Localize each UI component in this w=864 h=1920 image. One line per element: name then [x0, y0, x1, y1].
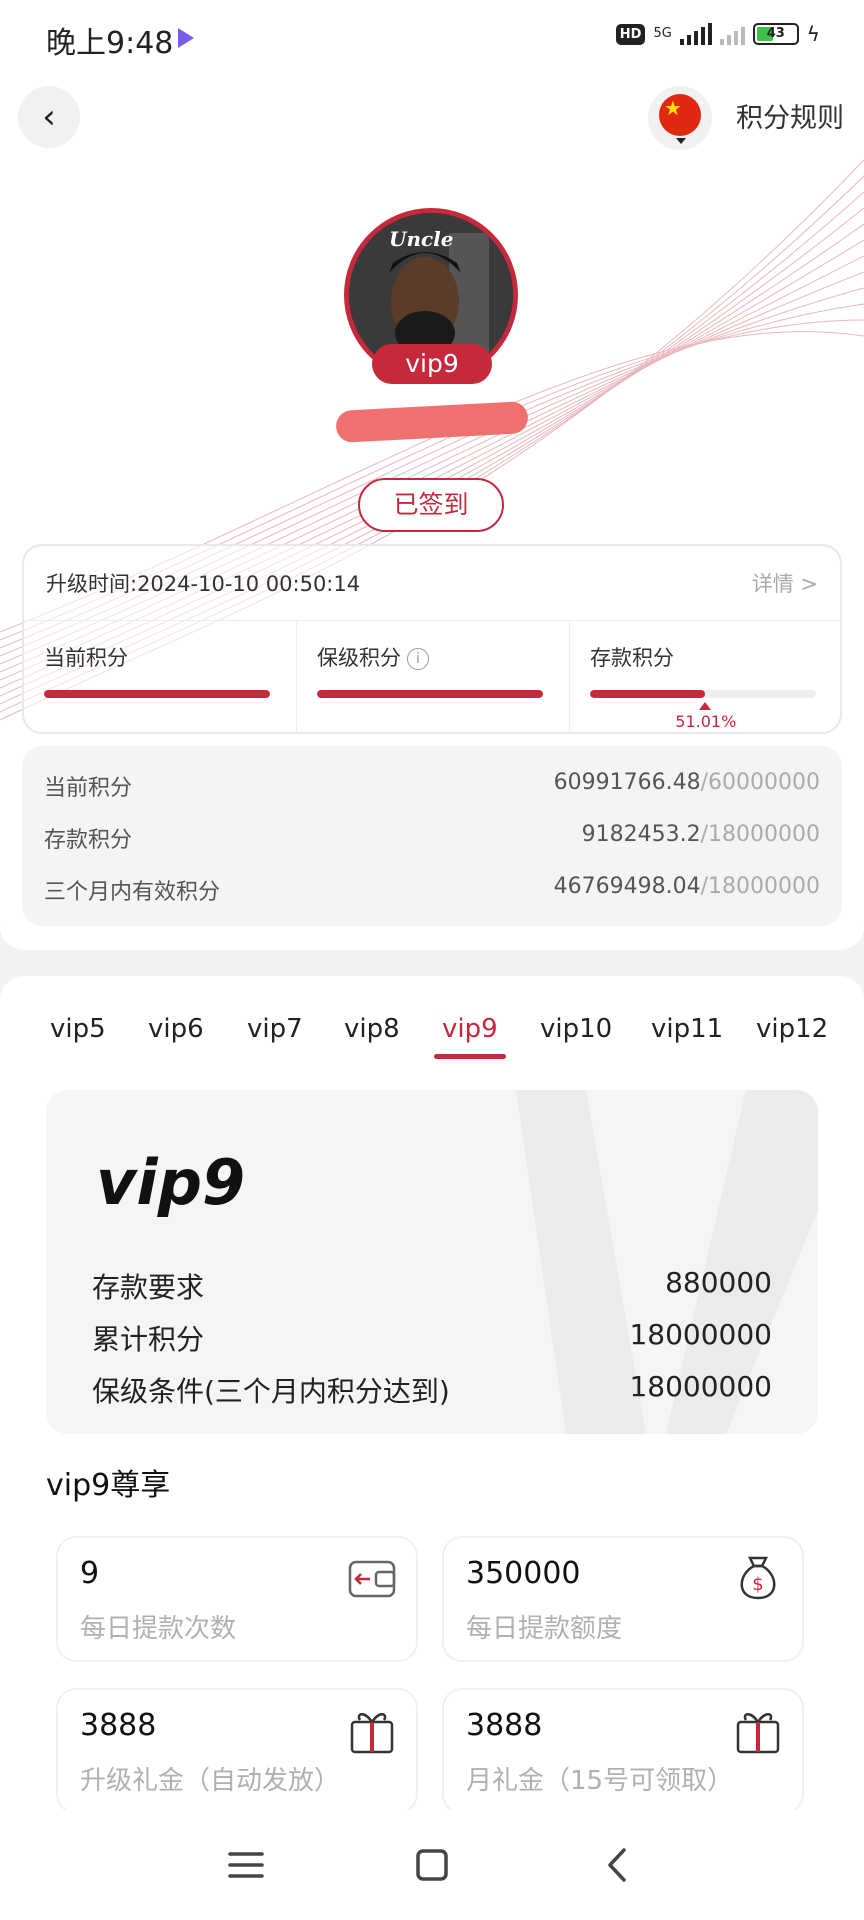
perk-card: 3888 月礼金（15号可领取）	[442, 1688, 804, 1814]
gift-icon	[350, 1713, 394, 1754]
current-points-column: 当前积分	[24, 620, 296, 734]
back-button[interactable]: ‹	[18, 86, 80, 148]
points-row-value: 60991766.48/60000000	[553, 770, 820, 795]
vip-level-card: vip9 存款要求 880000 累计积分 18000000 保级条件(三个月内…	[46, 1090, 818, 1434]
vip-requirement-row: 存款要求 880000	[92, 1266, 772, 1304]
requirement-value: 880000	[665, 1266, 772, 1299]
perk-label: 升级礼金（自动发放）	[80, 1766, 341, 1796]
tab-vip9[interactable]: vip9	[434, 1014, 506, 1059]
hd-badge: HD	[615, 23, 646, 45]
status-bar: 晚上9:48 HD 5G 43 ϟ	[0, 0, 864, 76]
perk-label: 每日提款次数	[80, 1614, 237, 1644]
gift-icon	[736, 1713, 780, 1754]
deposit-points-progress	[590, 690, 816, 698]
requirement-value: 18000000	[629, 1370, 772, 1403]
perks-title: vip9尊享	[46, 1468, 171, 1503]
battery-icon: 43	[752, 23, 799, 45]
tab-vip8[interactable]: vip8	[344, 1014, 400, 1044]
chevron-left-icon: ‹	[42, 97, 56, 137]
signal-icon	[679, 23, 712, 45]
language-selector[interactable]: ★	[648, 86, 712, 150]
current-points-progress	[44, 690, 270, 698]
vip-tabs: vip5 vip6 vip7 vip8 vip9 vip10 vip11 vip…	[0, 1014, 864, 1074]
perk-label: 每日提款额度	[466, 1614, 623, 1644]
points-row-label: 存款积分	[44, 828, 133, 853]
vip-card-title: vip9	[96, 1146, 246, 1219]
points-row-label: 当前积分	[44, 776, 133, 801]
active-tab-indicator	[434, 1054, 506, 1059]
money-bag-icon: $	[740, 1556, 776, 1600]
perk-value: 350000	[466, 1556, 581, 1591]
home-icon[interactable]	[402, 1840, 462, 1890]
requirement-label: 存款要求	[92, 1271, 205, 1304]
points-row-value: 9182453.2/18000000	[581, 822, 820, 847]
points-row: 当前积分 60991766.48/60000000	[44, 770, 820, 801]
signin-button[interactable]: 已签到	[358, 478, 504, 532]
network-type: 5G	[653, 26, 672, 41]
tab-vip12[interactable]: vip12	[756, 1014, 828, 1044]
vip-requirement-row: 累计积分 18000000	[92, 1318, 772, 1356]
points-summary: 当前积分 60991766.48/60000000 存款积分 9182453.2…	[22, 746, 842, 926]
perk-value: 3888	[80, 1708, 157, 1743]
vip-level-badge: vip9	[372, 344, 492, 384]
wallet-icon	[348, 1560, 396, 1598]
tab-vip11[interactable]: vip11	[651, 1014, 723, 1044]
signal-icon-secondary	[719, 23, 745, 45]
charging-icon: ϟ	[806, 22, 820, 46]
progress-marker	[699, 702, 712, 710]
requirement-label: 累计积分	[92, 1323, 205, 1356]
tab-vip7[interactable]: vip7	[247, 1014, 303, 1044]
system-nav-bar	[0, 1810, 864, 1920]
points-row: 三个月内有效积分 46769498.04/18000000	[44, 874, 820, 905]
status-indicators: HD 5G 43 ϟ	[615, 22, 820, 46]
china-flag-icon: ★	[659, 94, 701, 136]
perk-value: 9	[80, 1556, 100, 1591]
tab-vip6[interactable]: vip6	[148, 1014, 204, 1044]
status-time: 晚上9:48	[46, 26, 174, 61]
perk-value: 3888	[466, 1708, 543, 1743]
perk-card: 350000 每日提款额度 $	[442, 1536, 804, 1662]
menu-icon[interactable]	[216, 1840, 276, 1890]
retention-points-label: 保级积分 i	[317, 642, 429, 672]
points-row: 存款积分 9182453.2/18000000	[44, 822, 820, 853]
requirement-label: 保级条件(三个月内积分达到)	[92, 1375, 450, 1408]
dropdown-caret-icon	[676, 138, 686, 144]
details-link[interactable]: 详情 >	[752, 568, 818, 598]
info-icon[interactable]: i	[407, 648, 429, 670]
battery-level: 43	[766, 26, 785, 41]
deposit-points-column: 存款积分 51.01%	[569, 620, 843, 734]
perk-card: 9 每日提款次数	[56, 1536, 418, 1662]
avatar-text: Uncle	[389, 227, 454, 251]
perk-label: 月礼金（15号可领取）	[466, 1766, 734, 1796]
svg-text:$: $	[752, 1574, 763, 1595]
points-row-label: 三个月内有效积分	[44, 880, 221, 905]
tab-vip5[interactable]: vip5	[50, 1014, 106, 1044]
back-nav-icon[interactable]	[588, 1840, 648, 1890]
video-app-icon	[178, 28, 194, 48]
deposit-points-label: 存款积分	[590, 646, 674, 670]
retention-points-progress	[317, 690, 543, 698]
vip-requirement-row: 保级条件(三个月内积分达到) 18000000	[92, 1370, 772, 1408]
tab-vip10[interactable]: vip10	[540, 1014, 612, 1044]
requirement-value: 18000000	[629, 1318, 772, 1351]
current-points-label: 当前积分	[44, 646, 128, 670]
retention-points-column: 保级积分 i	[296, 620, 570, 734]
points-row-value: 46769498.04/18000000	[553, 874, 820, 899]
perk-card: 3888 升级礼金（自动发放）	[56, 1688, 418, 1814]
level-progress-card: 升级时间:2024-10-10 00:50:14 详情 > 当前积分 保级积分 i…	[22, 544, 842, 734]
deposit-percent: 51.01%	[675, 712, 737, 731]
points-rules-link[interactable]: 积分规则	[736, 96, 844, 135]
upgrade-time: 升级时间:2024-10-10 00:50:14	[46, 572, 361, 596]
